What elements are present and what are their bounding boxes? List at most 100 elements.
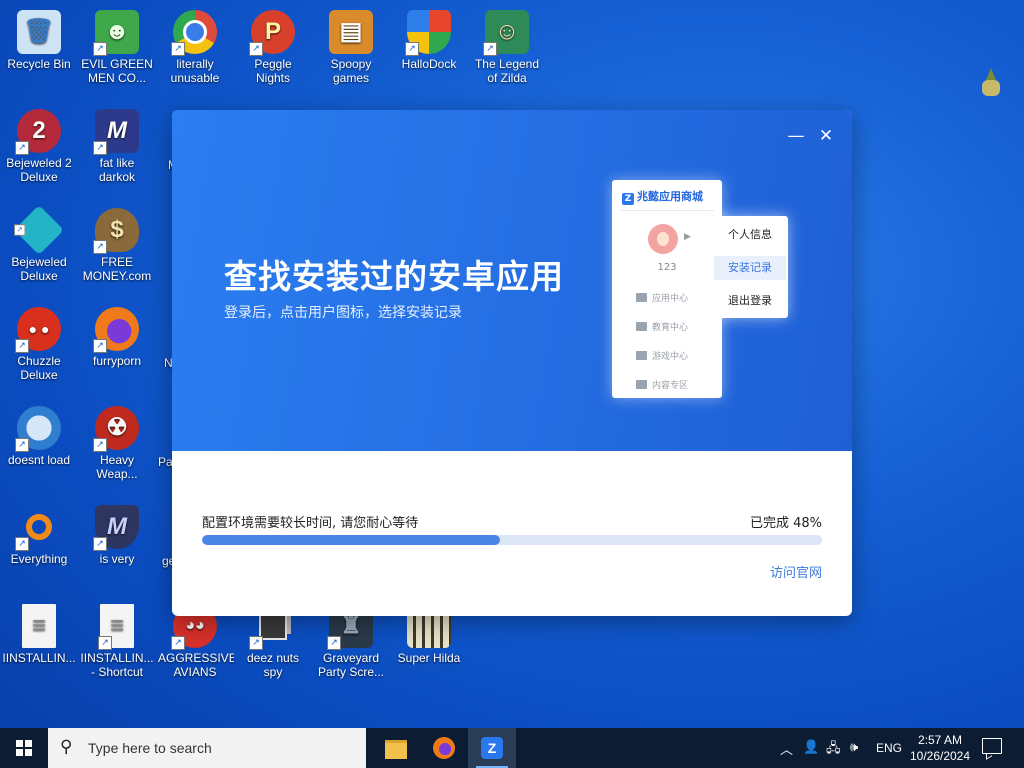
mpl-logo-icon: M ↗ (93, 109, 139, 155)
store-menu-item: 应用中心 (636, 291, 688, 304)
zelda-character-icon: ☺ ↗ (483, 10, 529, 56)
progress-section: 配置环境需要较长时间, 请您耐心等待 已完成 48% 访问官网 (172, 451, 852, 616)
desktop-icon-literally-unusable[interactable]: ↗ literally unusable (156, 4, 234, 96)
desktop-icon-legend-of-zilda[interactable]: ☺ ↗ The Legend of Zilda (468, 4, 546, 96)
green-men-icon: ☻ ↗ (93, 10, 139, 56)
firefox-icon (433, 737, 455, 759)
popup-item-profile: 个人信息 (728, 228, 772, 241)
desktop-icon-installing-shortcut[interactable]: ≡ ↗ IINSTALLIN... - Shortcut (78, 598, 156, 690)
shortcut-arrow-icon: ↗ (171, 42, 185, 56)
icon-label: Super Hilda (397, 651, 461, 665)
start-button[interactable] (0, 728, 48, 768)
desktop-icon-doesnt-load[interactable]: ↗ doesnt load (0, 400, 78, 492)
windows-logo-icon (16, 740, 32, 756)
chrome-icon: ↗ (171, 10, 217, 56)
store-header: Z 兆懿应用商城 (622, 188, 703, 205)
network-icon[interactable]: 🖧 (826, 739, 841, 761)
store-menu-label: 内容专区 (652, 381, 689, 391)
money-bag-icon: $ ↗ (93, 208, 139, 254)
radiation-icon: ☢ ↗ (93, 406, 139, 452)
search-icon: ⚲ (60, 737, 73, 756)
shield-icon: ↗ (405, 10, 451, 56)
visit-website-link[interactable]: 访问官网 (770, 562, 822, 581)
thunderbird-icon: ↗ (15, 406, 61, 452)
desktop-icon-is-very[interactable]: M ↗ is very (78, 499, 156, 591)
folder-icon (385, 740, 407, 759)
close-button[interactable]: ✕ (816, 126, 836, 146)
shortcut-arrow-icon: ↗ (14, 224, 26, 236)
store-name: 兆懿应用商城 (637, 190, 703, 203)
icon-label: Spoopy games (330, 57, 372, 85)
icon-label: IINSTALLIN... - Shortcut (80, 651, 154, 679)
people-icon[interactable]: 👤 (803, 739, 819, 755)
icon-label: HalloDock (401, 57, 457, 71)
desktop-icon-free-money[interactable]: $ ↗ FREE MONEY.com (78, 202, 156, 294)
taskbar: ⚲ Type here to search Z ︿ 👤 🖧 🕪 ENG 2:57… (0, 728, 1024, 768)
notification-center-icon[interactable] (982, 738, 1002, 754)
user-avatar-icon (648, 224, 678, 254)
shortcut-arrow-icon: ↗ (483, 42, 497, 56)
store-menu-item: 内容专区 (636, 378, 688, 391)
desktop-icon-recycle-bin[interactable]: 🗑 Recycle Bin (0, 4, 78, 96)
desktop-icon-installing[interactable]: ≡ IINSTALLIN... (0, 598, 78, 690)
volume-icon[interactable]: 🕪 (850, 739, 858, 755)
clock-date: 10/26/2024 (909, 749, 971, 763)
store-menu-label: 应用中心 (652, 294, 689, 304)
clock-time: 2:57 AM (917, 733, 963, 747)
icon-label: Everything (10, 552, 68, 566)
installer-dialog: — ✕ 查找安装过的安卓应用 登录后，点击用户图标，选择安装记录 Z 兆懿应用商城… (172, 110, 852, 616)
occluded-icon-label: Pa (158, 455, 173, 469)
icon-label: The Legend of Zilda (474, 57, 540, 85)
chevron-up-icon[interactable]: ︿ (780, 739, 793, 758)
banner-title: 查找安装过的安卓应用 (224, 257, 564, 296)
desktop-icon-heavy-weapon[interactable]: ☢ ↗ Heavy Weap... (78, 400, 156, 492)
icon-label: AGGRESSIVE AVIANS (158, 651, 234, 679)
magnifier-icon: ↗ (15, 505, 61, 551)
icon-label: doesnt load (7, 453, 71, 467)
icon-label: IINSTALLIN... (2, 651, 76, 665)
gem-icon: ↗ (14, 205, 64, 255)
app-store-illustration: Z 兆懿应用商城 ▶ 123 应用中心 教育中心 游戏中心 内容专区 (612, 180, 722, 398)
peggle-icon: P ↗ (249, 10, 295, 56)
desktop-icon-peggle-nights[interactable]: P↗ Peggle Nights Deluxe (234, 4, 312, 96)
taskbar-installer-app[interactable]: Z (468, 728, 516, 768)
progress-percent: 已完成 48% (749, 516, 822, 531)
bejeweled-2-icon: 2 ↗ (15, 109, 61, 155)
clock[interactable]: 2:57 AM 10/26/2024 (908, 732, 972, 764)
desktop-icon-evil-green-men[interactable]: ☻ ↗ EVIL GREEN MEN CO... (78, 4, 156, 96)
store-menu-label: 教育中心 (652, 323, 689, 333)
store-menu-label: 游戏中心 (652, 352, 689, 362)
icon-label: furryporn (92, 354, 142, 368)
desktop-icon-chuzzle[interactable]: ● ● ↗ Chuzzle Deluxe (0, 301, 78, 393)
icon-label: Heavy Weap... (96, 453, 138, 481)
education-icon (636, 322, 647, 331)
shortcut-arrow-icon: ↗ (15, 141, 29, 155)
icon-label: FREE MONEY.com (82, 255, 152, 283)
desktop-icon-bejeweled[interactable]: ↗ Bejeweled Deluxe (0, 202, 78, 294)
desktop-icon-bejeweled-2[interactable]: 2 ↗ Bejeweled 2 Deluxe (0, 103, 78, 195)
desktop-icon-fat-like-darkok[interactable]: M ↗ fat like darkok (78, 103, 156, 195)
progress-fill (202, 535, 500, 545)
text-file-icon: ≡ (22, 604, 56, 648)
shortcut-arrow-icon: ↗ (98, 636, 112, 650)
shortcut-arrow-icon: ↗ (249, 42, 263, 56)
taskbar-search-box[interactable]: ⚲ Type here to search (48, 728, 366, 768)
taskbar-file-explorer[interactable] (372, 728, 420, 768)
desktop-icon-hallodock[interactable]: ↗ HalloDock (390, 4, 468, 96)
desktop-icon-furryporn[interactable]: ↗ furryporn (78, 301, 156, 393)
desktop-icon-spoopy-games[interactable]: ▤ Spoopy games (312, 4, 390, 96)
desktop-pet-icon[interactable] (980, 68, 1002, 98)
app-store-icon: Z (481, 737, 503, 759)
store-logo-icon: Z (622, 193, 634, 205)
language-indicator[interactable]: ENG (876, 741, 902, 755)
banner-subtitle: 登录后，点击用户图标，选择安装记录 (224, 305, 462, 321)
desktop-icon-everything[interactable]: ↗ Everything (0, 499, 78, 591)
icon-label: fat like darkok (98, 156, 136, 184)
taskbar-firefox[interactable] (420, 728, 468, 768)
folder-icon: ▤ (329, 10, 373, 54)
shortcut-arrow-icon: ↗ (93, 141, 107, 155)
chuzzle-icon: ● ● ↗ (15, 307, 61, 353)
shortcut-arrow-icon: ↗ (93, 438, 107, 452)
minimize-button[interactable]: — (786, 126, 806, 146)
firefox-icon: ↗ (93, 307, 139, 353)
